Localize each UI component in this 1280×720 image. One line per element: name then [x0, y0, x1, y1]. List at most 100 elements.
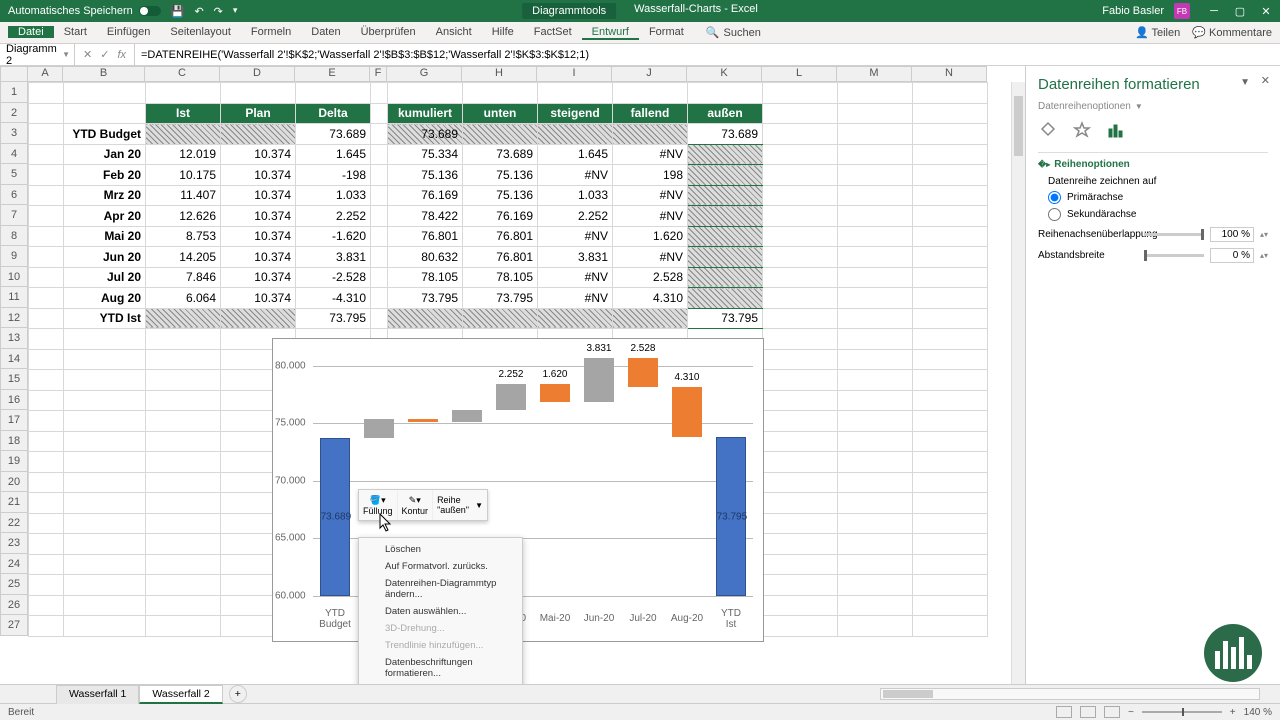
- cell[interactable]: [913, 390, 988, 411]
- cell[interactable]: [388, 83, 463, 104]
- tab-factset[interactable]: FactSet: [524, 26, 582, 38]
- row-header[interactable]: 6: [0, 185, 28, 206]
- cell[interactable]: [838, 534, 913, 555]
- col-header[interactable]: N: [912, 66, 987, 82]
- cell[interactable]: [29, 144, 64, 165]
- cell[interactable]: [763, 267, 838, 288]
- cell[interactable]: [29, 616, 64, 637]
- effects-icon[interactable]: [1072, 120, 1092, 140]
- cell[interactable]: Jun 20: [64, 247, 146, 268]
- col-header[interactable]: L: [762, 66, 837, 82]
- cell[interactable]: [838, 288, 913, 309]
- cell[interactable]: 78.422: [388, 206, 463, 227]
- outline-button[interactable]: ✎▾ Kontur: [398, 490, 434, 520]
- cell[interactable]: [838, 144, 913, 165]
- row-header[interactable]: 14: [0, 349, 28, 370]
- row-header[interactable]: 24: [0, 554, 28, 575]
- cell[interactable]: [913, 575, 988, 596]
- cell[interactable]: steigend: [538, 103, 613, 124]
- cell[interactable]: [913, 595, 988, 616]
- cell[interactable]: [146, 616, 221, 637]
- cell[interactable]: 78.105: [388, 267, 463, 288]
- row-header[interactable]: 7: [0, 205, 28, 226]
- cell[interactable]: [64, 411, 146, 432]
- cell[interactable]: 78.105: [463, 267, 538, 288]
- cell[interactable]: [763, 575, 838, 596]
- cell[interactable]: [146, 534, 221, 555]
- tab-entwurf[interactable]: Entwurf: [582, 26, 639, 40]
- cell[interactable]: [463, 83, 538, 104]
- cell[interactable]: [371, 124, 388, 145]
- cell[interactable]: [146, 452, 221, 473]
- cell[interactable]: [29, 165, 64, 186]
- col-header[interactable]: H: [462, 66, 537, 82]
- cell[interactable]: #NV: [538, 267, 613, 288]
- minimize-icon[interactable]: ─: [1208, 5, 1220, 18]
- cell[interactable]: [538, 83, 613, 104]
- cell[interactable]: Aug 20: [64, 288, 146, 309]
- cell[interactable]: fallend: [613, 103, 688, 124]
- zoom-in-icon[interactable]: +: [1230, 707, 1236, 718]
- comments-button[interactable]: 💬 Kommentare: [1192, 26, 1272, 39]
- cell[interactable]: [64, 575, 146, 596]
- save-icon[interactable]: 💾: [171, 5, 185, 18]
- col-header[interactable]: C: [145, 66, 220, 82]
- cell[interactable]: [913, 411, 988, 432]
- row-header[interactable]: 12: [0, 308, 28, 329]
- col-header[interactable]: B: [63, 66, 145, 82]
- cell[interactable]: [64, 370, 146, 391]
- cell[interactable]: [763, 452, 838, 473]
- cell[interactable]: [613, 124, 688, 145]
- cell[interactable]: [763, 349, 838, 370]
- page-break-icon[interactable]: [1104, 706, 1120, 718]
- row-header[interactable]: 27: [0, 615, 28, 636]
- cell[interactable]: 1.033: [538, 185, 613, 206]
- cell[interactable]: [838, 206, 913, 227]
- bar-steigend[interactable]: 2.252: [496, 384, 527, 410]
- cell[interactable]: [838, 247, 913, 268]
- col-header[interactable]: K: [687, 66, 762, 82]
- cell[interactable]: [763, 247, 838, 268]
- cell[interactable]: 12.626: [146, 206, 221, 227]
- undo-icon[interactable]: ↶: [194, 5, 203, 18]
- cell[interactable]: [688, 288, 763, 309]
- cell[interactable]: [29, 554, 64, 575]
- cell[interactable]: [371, 165, 388, 186]
- bar-fallend[interactable]: 1.620: [540, 384, 571, 403]
- row-header[interactable]: 16: [0, 390, 28, 411]
- section-label[interactable]: Reihenoptionen: [1054, 159, 1130, 170]
- cell[interactable]: [146, 554, 221, 575]
- cell[interactable]: 73.795: [688, 308, 763, 329]
- cell[interactable]: 76.801: [463, 247, 538, 268]
- cell[interactable]: [371, 308, 388, 329]
- bar-aussen[interactable]: 73.689: [320, 438, 351, 596]
- row-header[interactable]: 3: [0, 123, 28, 144]
- cell[interactable]: [838, 185, 913, 206]
- cell[interactable]: [688, 267, 763, 288]
- cell[interactable]: [913, 144, 988, 165]
- bar-steigend[interactable]: [452, 410, 483, 422]
- cell[interactable]: 76.801: [388, 226, 463, 247]
- cell[interactable]: 73.689: [296, 124, 371, 145]
- cell[interactable]: [29, 349, 64, 370]
- row-header[interactable]: 20: [0, 472, 28, 493]
- cell[interactable]: [29, 452, 64, 473]
- cell[interactable]: [913, 206, 988, 227]
- cell[interactable]: [538, 308, 613, 329]
- row-header[interactable]: 22: [0, 513, 28, 534]
- row-header[interactable]: 10: [0, 267, 28, 288]
- overlap-slider[interactable]: [1144, 233, 1204, 236]
- series-selector[interactable]: Reihe "außen" ▼: [433, 490, 487, 520]
- chevron-down-icon[interactable]: ▼: [62, 50, 70, 59]
- cell[interactable]: 10.374: [221, 288, 296, 309]
- row-header[interactable]: 26: [0, 595, 28, 616]
- cell[interactable]: Ist: [146, 103, 221, 124]
- cell[interactable]: [64, 616, 146, 637]
- cell[interactable]: [913, 308, 988, 329]
- cell[interactable]: 2.528: [613, 267, 688, 288]
- cell[interactable]: [146, 575, 221, 596]
- cell[interactable]: [371, 247, 388, 268]
- cell[interactable]: [29, 226, 64, 247]
- redo-icon[interactable]: ↷: [214, 5, 223, 18]
- cell[interactable]: [913, 554, 988, 575]
